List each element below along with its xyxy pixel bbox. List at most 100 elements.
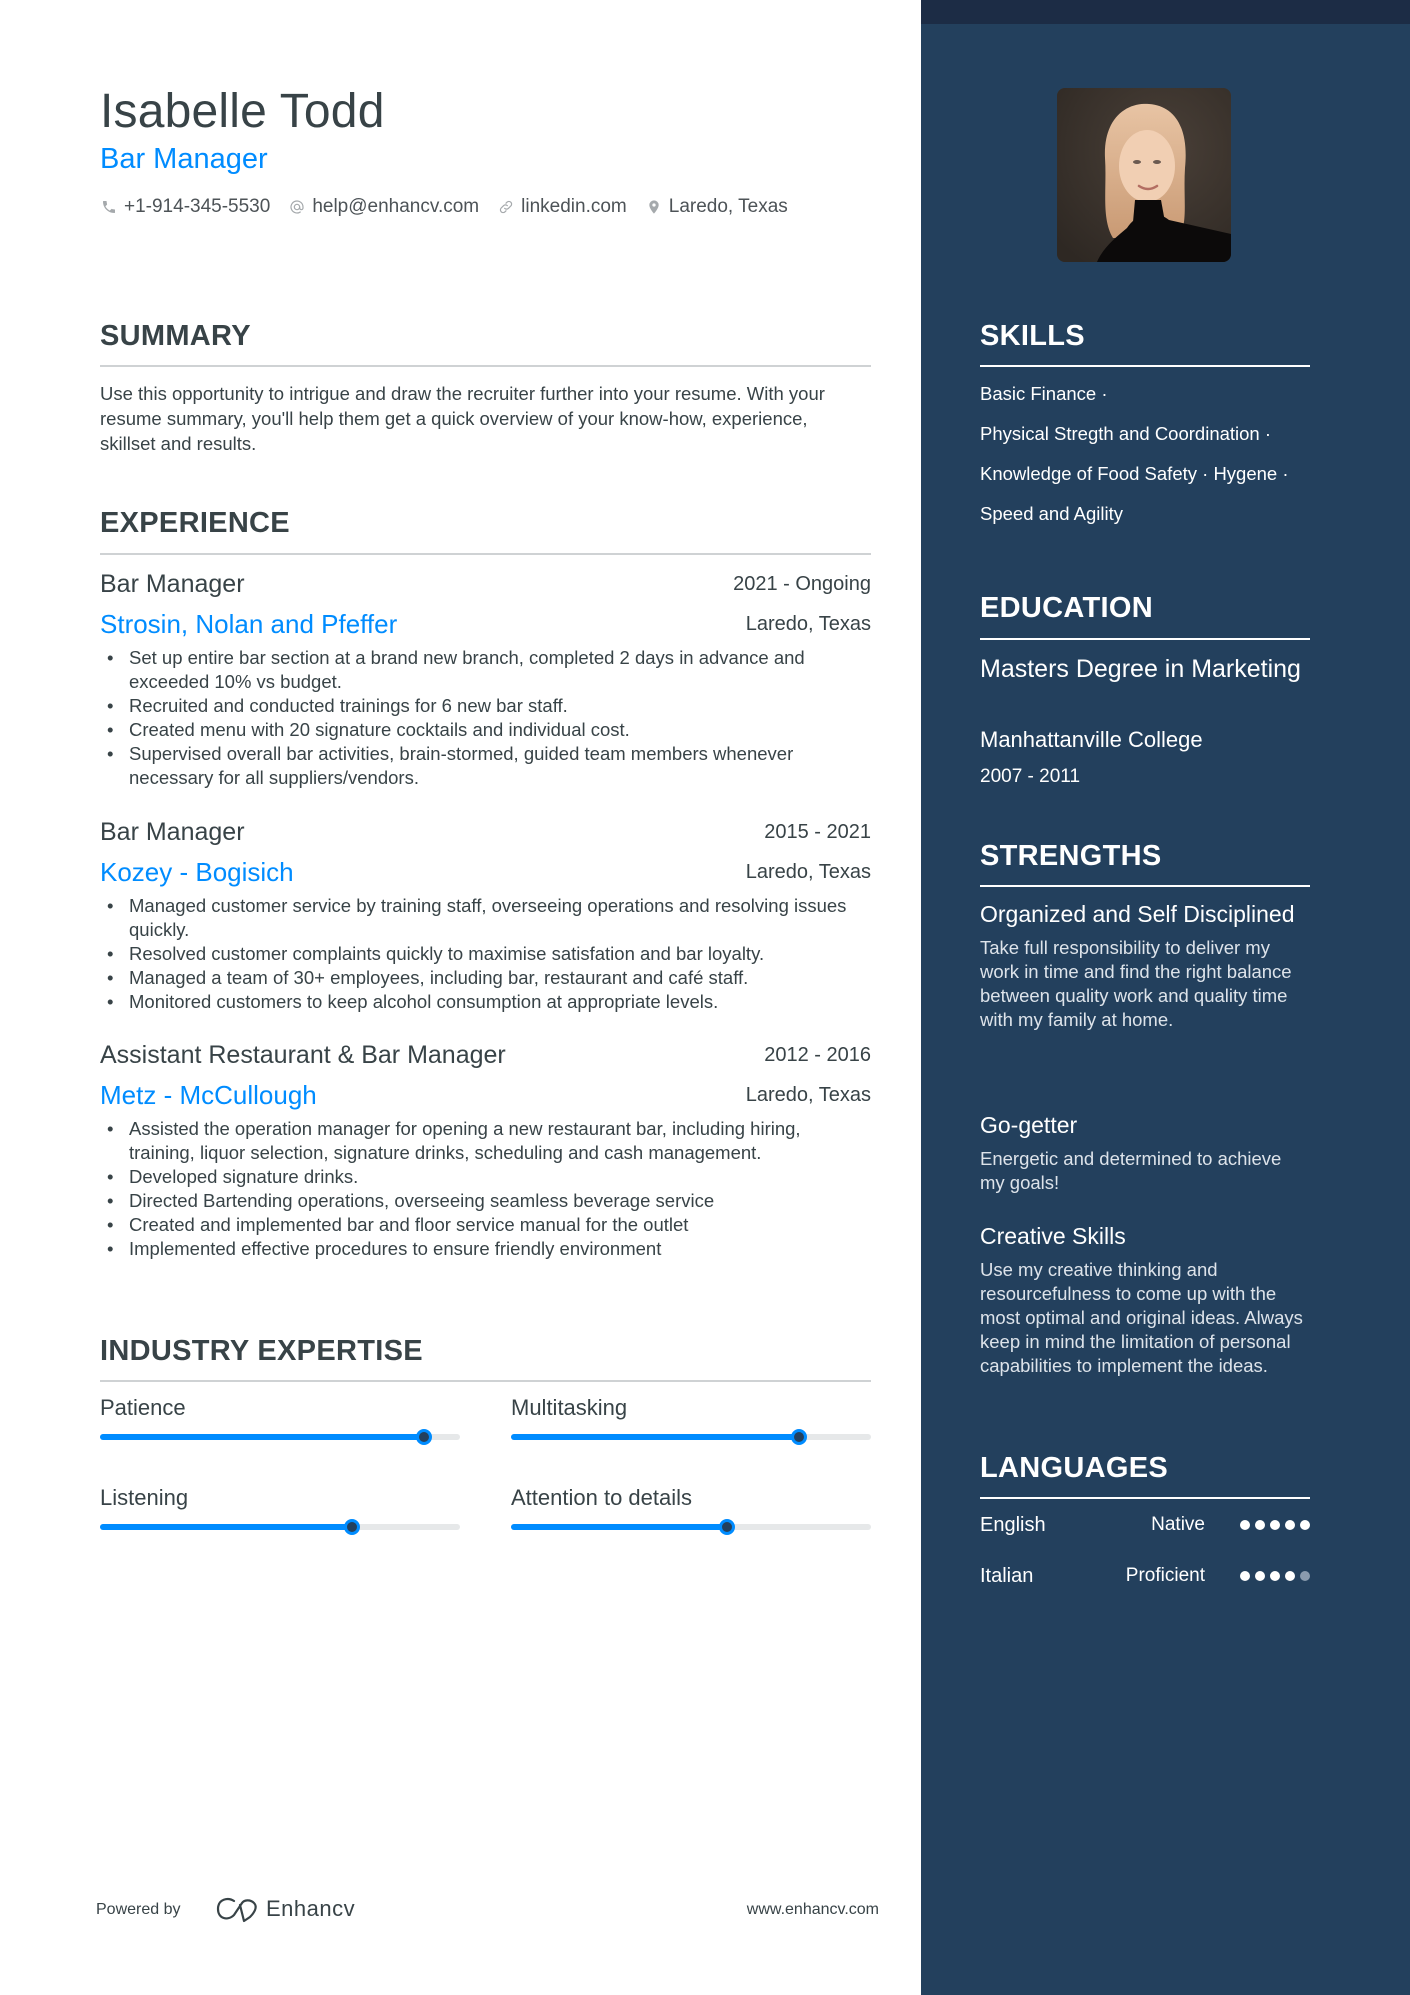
job-title: Bar Manager [100,818,245,846]
slider-fill [100,1434,424,1440]
expertise-label: Multitasking [511,1395,628,1420]
language-rating [1235,1571,1310,1581]
job-company: Metz - McCullough [100,1080,317,1110]
enhancv-logo[interactable]: Enhancv [214,1895,355,1923]
job-title: Bar Manager [100,570,245,598]
portrait-image [1057,88,1231,262]
phone-icon [100,198,118,216]
language-name: English [980,1514,1046,1536]
expertise-item: Multitasking [511,1394,871,1445]
rating-dot-filled [1240,1571,1250,1581]
job-dates: 2012 - 2016 [764,1044,871,1066]
job-bullet: Managed customer service by training sta… [100,894,871,942]
job-bullet: Set up entire bar section at a brand new… [100,646,871,694]
expertise-label: Attention to details [511,1485,693,1510]
strength-title: Organized and Self Disciplined [980,901,1295,927]
slider-knob [791,1429,807,1445]
strength-item: Creative Skills Use my creative thinking… [980,1222,1310,1378]
skill-line: Knowledge of Food Safety · Hygene · [980,463,1289,484]
skills-divider [980,365,1310,367]
job-dates: 2015 - 2021 [764,821,871,843]
enhancv-logo-icon [216,1898,257,1923]
job-bullet: Recruited and conducted trainings for 6 … [100,694,871,718]
rating-dot-filled [1255,1571,1265,1581]
expertise-item: Listening [100,1484,460,1535]
powered-by-label: Powered by [96,1901,181,1918]
job-title: Assistant Restaurant & Bar Manager [100,1041,506,1069]
expertise-label: Listening [100,1485,189,1510]
job-location: Laredo, Texas [745,861,871,883]
job-bullets: Set up entire bar section at a brand new… [100,646,871,790]
rating-dot-filled [1285,1571,1295,1581]
summary-divider [100,365,871,367]
profile-photo [1057,88,1231,262]
education-degree: Masters Degree in Marketing [980,655,1301,683]
expertise-item: Patience [100,1394,460,1445]
language-item: Italian Proficient [980,1562,1310,1590]
rating-dot-filled [1270,1520,1280,1530]
job-location: Laredo, Texas [745,1084,871,1106]
languages-divider [980,1497,1310,1499]
rating-dot-filled [1255,1520,1265,1530]
link-icon [497,198,515,216]
summary-heading: SUMMARY [100,320,251,352]
at-icon [288,198,306,216]
rating-dot-filled [1270,1571,1280,1581]
language-rating [1235,1520,1310,1530]
language-item: English Native [980,1511,1310,1539]
expertise-heading: INDUSTRY EXPERTISE [100,1335,423,1367]
rating-dot-filled [1240,1520,1250,1530]
expertise-slider [100,1429,460,1445]
strength-title: Go-getter [980,1112,1078,1138]
expertise-slider [511,1519,871,1535]
contact-linkedin-text: linkedin.com [521,196,627,217]
rating-dot-filled [1285,1520,1295,1530]
language-level: Native [1151,1514,1205,1535]
expertise-item: Attention to details [511,1484,871,1535]
contact-email[interactable]: help@enhancv.com [288,196,479,218]
slider-fill [511,1524,727,1530]
main-column: Isabelle Todd Bar Manager +1-914-345-553… [0,0,921,1995]
strength-item: Organized and Self Disciplined Take full… [980,900,1310,1032]
strength-description: Use my creative thinking and resourceful… [980,1259,1303,1376]
candidate-name: Isabelle Todd [100,85,385,138]
languages-heading: LANGUAGES [980,1452,1168,1484]
education-dates: 2007 - 2011 [980,766,1081,787]
contact-location: Laredo, Texas [645,196,788,218]
summary-text: Use this opportunity to intrigue and dra… [100,383,825,454]
skill-line: Physical Stregth and Coordination · [980,423,1272,444]
education-school: Manhattanville College [980,727,1203,752]
strength-description: Take full responsibility to deliver my w… [980,937,1292,1030]
skill-line: Basic Finance · [980,383,1108,404]
slider-knob [344,1519,360,1535]
slider-knob [416,1429,432,1445]
job-company: Strosin, Nolan and Pfeffer [100,609,398,639]
contact-email-text: help@enhancv.com [312,196,480,217]
candidate-role: Bar Manager [100,143,268,175]
contact-bar: +1-914-345-5530 help@enhancv.com linkedi… [100,196,806,218]
website-link[interactable]: www.enhancv.com [747,1901,879,1919]
brand-name: Enhancv [266,1896,356,1921]
job-bullet: Monitored customers to keep alcohol cons… [100,990,871,1014]
job-bullet: Managed a team of 30+ employees, includi… [100,966,871,990]
rating-dot-empty [1300,1571,1310,1581]
job-bullet: Created menu with 20 signature cocktails… [100,718,871,742]
language-level: Proficient [1125,1565,1205,1586]
sidebar: SKILLS Basic Finance · Physical Stregth … [921,0,1410,1995]
contact-linkedin[interactable]: linkedin.com [497,196,627,218]
contact-phone-text: +1-914-345-5530 [124,196,271,217]
expertise-label: Patience [100,1395,186,1420]
strength-title: Creative Skills [980,1223,1126,1249]
expertise-divider [100,1380,871,1382]
job-bullet: Directed Bartending operations, overseei… [100,1189,871,1213]
footer: Powered by Enhancv www.enhancv.com [96,1895,879,1925]
skill-line: Speed and Agility [980,503,1123,524]
slider-fill [100,1524,352,1530]
contact-phone[interactable]: +1-914-345-5530 [100,196,270,218]
job-company: Kozey - Bogisich [100,857,294,887]
job-location: Laredo, Texas [745,613,871,635]
expertise-slider [100,1519,460,1535]
rating-dot-filled [1300,1520,1310,1530]
strengths-divider [980,885,1310,887]
job-bullet: Supervised overall bar activities, brain… [100,742,871,790]
